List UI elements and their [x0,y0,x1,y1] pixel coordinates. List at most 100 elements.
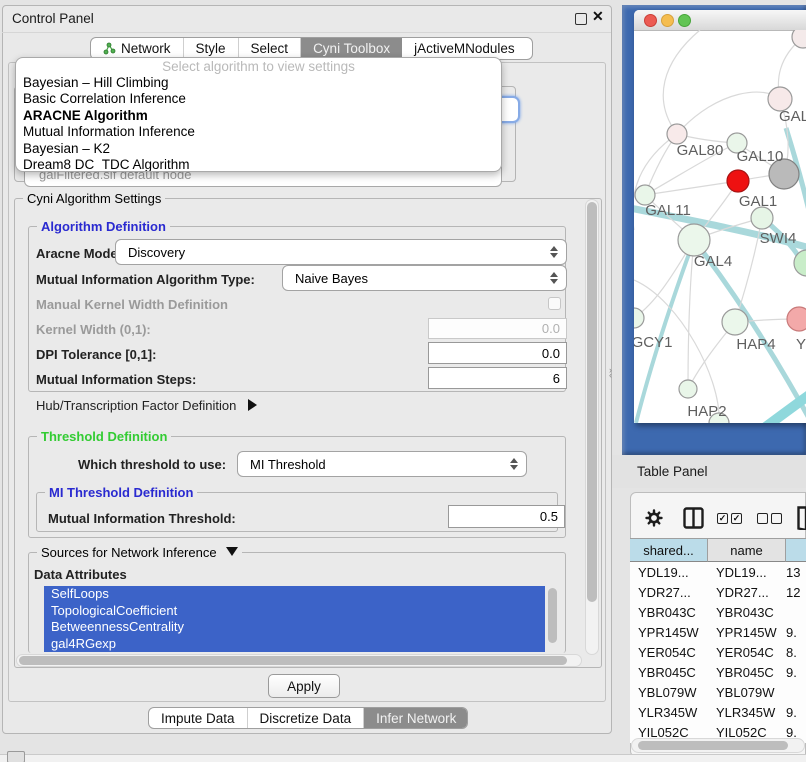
sources-group-title[interactable]: Sources for Network Inference [37,545,242,560]
mi-steps-field[interactable]: 6 [428,367,567,389]
dropdown-item-mutual-information[interactable]: Mutual Information Inference [16,124,501,140]
table-row[interactable]: YBR045CYBR045C9. [630,662,806,682]
tab-style[interactable]: Style [184,38,239,59]
edge [663,30,700,134]
minimize-traffic-light-icon[interactable] [661,14,674,27]
cell-shared-name: YBR043C [630,605,716,620]
column-header-partial[interactable] [786,538,806,562]
table-hscroll-thumb[interactable] [638,741,788,750]
kernel-width-field[interactable]: 0.0 [428,318,567,339]
deselect-all-checkbox-icon[interactable] [757,513,768,524]
node-label: SWI4 [760,230,797,247]
list-item-topologicalcoefficient[interactable]: TopologicalCoefficient [44,603,545,620]
cell-shared-name: YBR045C [630,665,716,680]
dpi-tolerance-value: 0.0 [542,346,560,361]
table-row[interactable]: YPR145WYPR145W9. [630,622,806,642]
panel-divider-grip[interactable]: ›‹ [609,368,615,378]
close-traffic-light-icon[interactable] [644,14,657,27]
table-row[interactable]: YDR27...YDR27...12 [630,582,806,602]
tab-jactivemnodules[interactable]: jActiveMNodules [402,38,527,59]
dpi-tolerance-field[interactable]: 0.0 [428,342,567,364]
cell-name: YBR045C [716,665,786,680]
node-label: GAL80 [677,142,724,159]
node-hap2[interactable] [679,380,697,398]
select-all-checkbox-icon[interactable]: ✓ [717,513,728,524]
mi-type-label: Mutual Information Algorithm Type: [36,272,255,287]
node-gal4[interactable] [678,224,710,256]
network-view-window[interactable]: GAL GAL80 GAL10 GAL1 GAL11 SWI4 GAL4 GCY… [634,10,806,423]
table-row[interactable]: YBR043CYBR043C [630,602,806,622]
tab-network[interactable]: Network [91,38,184,59]
mi-type-combobox[interactable]: Naive Bayes [282,265,567,291]
table-row[interactable]: YDL19...YDL19...13 [630,562,806,582]
mi-threshold-field[interactable]: 0.5 [448,505,565,528]
edge [677,92,780,134]
float-window-icon[interactable] [575,13,587,25]
aracne-mode-label: Aracne Mode: [36,246,122,261]
list-item-selfloops[interactable]: SelfLoops [44,586,545,603]
node-gal80[interactable] [667,124,687,144]
apply-button-label: Apply [287,679,321,694]
mi-steps-label: Mutual Information Steps: [36,372,196,387]
sources-group-title-label: Sources for Network Inference [41,545,217,560]
column-header-shared-name[interactable]: shared... [630,538,708,562]
node-red-gal1[interactable] [727,170,749,192]
which-threshold-combobox[interactable]: MI Threshold [237,451,527,477]
aracne-mode-combobox[interactable]: Discovery [115,239,567,265]
expander-expanded-icon [226,547,238,556]
cell-name: YLR345W [716,705,786,720]
tab-impute-data[interactable]: Impute Data [149,708,248,728]
split-panel-icon[interactable] [683,507,704,529]
node-y-cut[interactable] [787,307,806,331]
column-header-label: shared... [643,543,694,558]
node-label: GAL10 [737,148,784,165]
spinner-arrows-icon [550,246,558,258]
hub-expander[interactable]: Hub/Transcription Factor Definition [36,398,257,413]
kernel-width-label: Kernel Width (0,1): [36,322,151,337]
node-hap4[interactable] [722,309,748,335]
dropdown-item-bayesian-hill-climbing[interactable]: Bayesian – Hill Climbing [16,75,501,91]
gear-icon[interactable] [645,509,663,527]
deselect-all-checkbox-icon[interactable] [771,513,782,524]
tab-cyni-toolbox[interactable]: Cyni Toolbox [301,38,402,59]
table-row[interactable]: YLR345WYLR345W9. [630,702,806,722]
close-icon[interactable]: ✕ [592,8,604,25]
list-vertical-scrollbar[interactable] [548,588,557,643]
which-threshold-value: MI Threshold [250,457,510,472]
dropdown-item-basic-correlation[interactable]: Basic Correlation Inference [16,91,501,107]
tab-select[interactable]: Select [239,38,302,59]
column-header-name[interactable]: name [708,538,786,562]
tab-impute-data-label: Impute Data [161,711,235,726]
hub-expander-label: Hub/Transcription Factor Definition [36,398,236,413]
network-canvas[interactable]: GAL GAL80 GAL10 GAL1 GAL11 SWI4 GAL4 GCY… [634,30,806,423]
cell-value: 8. [786,645,806,660]
network-window-titlebar[interactable] [634,10,806,31]
tab-infer-network[interactable]: Infer Network [364,708,468,728]
select-all-checkbox-icon[interactable]: ✓ [731,513,742,524]
spinner-arrows-icon [550,272,558,284]
cell-name: YBL079W [716,685,786,700]
tab-discretize-data[interactable]: Discretize Data [248,708,365,728]
table-row[interactable]: YBL079WYBL079W [630,682,806,702]
node-label: GCY1 [634,334,672,351]
settings-vscroll-thumb[interactable] [587,202,597,602]
apply-button[interactable]: Apply [268,674,340,698]
document-icon-partial[interactable] [797,506,806,530]
dropdown-item-aracne[interactable]: ARACNE Algorithm [16,108,501,124]
list-item-betweennesscentrality[interactable]: BetweennessCentrality [44,619,545,636]
dropdown-item-bayesian-k2[interactable]: Bayesian – K2 [16,141,501,157]
algorithm-definition-title: Algorithm Definition [37,219,170,234]
cell-shared-name: YDR27... [630,585,716,600]
settings-hscroll-thumb[interactable] [19,656,567,665]
cell-name: YPR145W [716,625,786,640]
manual-kernel-checkbox[interactable] [548,297,561,310]
node-swi4[interactable] [751,207,773,229]
cell-name: YDR27... [716,585,786,600]
table-row[interactable]: YER054CYER054C8. [630,642,806,662]
cell-value: 12 [786,585,806,600]
zoom-traffic-light-icon[interactable] [678,14,691,27]
dropdown-item-dream8[interactable]: Dream8 DC_TDC Algorithm [16,157,501,172]
list-item-gal4rgexp[interactable]: gal4RGexp [44,636,545,653]
collapsed-panel-button[interactable] [7,751,25,762]
which-threshold-label: Which threshold to use: [78,457,226,472]
